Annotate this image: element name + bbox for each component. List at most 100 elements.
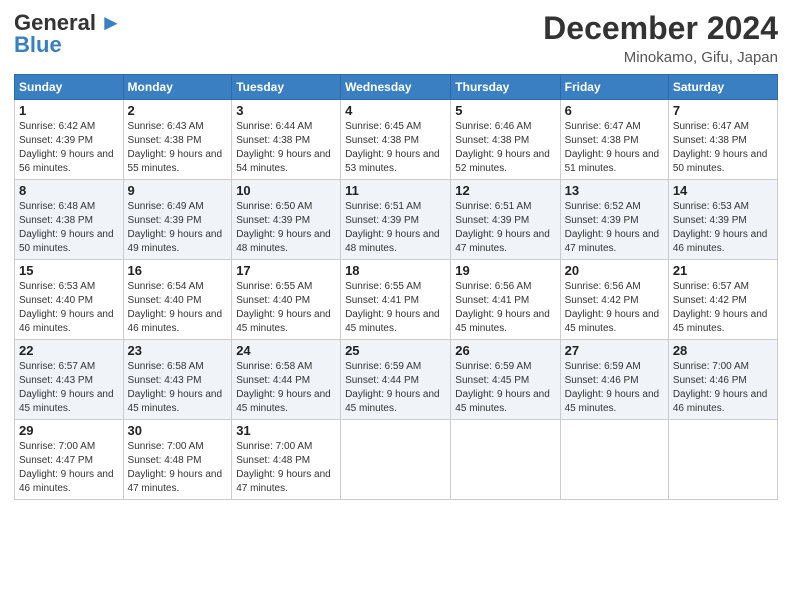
sunset-label: Sunset: 4:43 PM — [128, 375, 202, 386]
sunset-label: Sunset: 4:40 PM — [128, 295, 202, 306]
day-number: 10 — [236, 183, 336, 198]
sunrise-label: Sunrise: 6:55 AM — [345, 281, 421, 292]
daylight-label: Daylight: 9 hours and 47 minutes. — [565, 229, 660, 254]
day-number: 17 — [236, 263, 336, 278]
logo-icon: ► — [100, 10, 122, 36]
calendar-cell-day-11: 11Sunrise: 6:51 AMSunset: 4:39 PMDayligh… — [341, 180, 451, 260]
sunset-label: Sunset: 4:39 PM — [673, 215, 747, 226]
calendar-header-tuesday: Tuesday — [232, 75, 341, 100]
day-info: Sunrise: 6:45 AMSunset: 4:38 PMDaylight:… — [345, 120, 446, 176]
day-info: Sunrise: 7:00 AMSunset: 4:48 PMDaylight:… — [236, 440, 336, 496]
sunset-label: Sunset: 4:47 PM — [19, 455, 93, 466]
calendar-header-wednesday: Wednesday — [341, 75, 451, 100]
day-info: Sunrise: 6:55 AMSunset: 4:41 PMDaylight:… — [345, 280, 446, 336]
sunrise-label: Sunrise: 6:53 AM — [19, 281, 95, 292]
day-number: 8 — [19, 183, 119, 198]
day-info: Sunrise: 6:56 AMSunset: 4:42 PMDaylight:… — [565, 280, 664, 336]
daylight-label: Daylight: 9 hours and 45 minutes. — [673, 309, 768, 334]
calendar-cell-day-28: 28Sunrise: 7:00 AMSunset: 4:46 PMDayligh… — [668, 340, 777, 420]
sunset-label: Sunset: 4:39 PM — [455, 215, 529, 226]
daylight-label: Daylight: 9 hours and 47 minutes. — [455, 229, 550, 254]
calendar-header-thursday: Thursday — [451, 75, 560, 100]
header: General ► Blue December 2024 Minokamo, G… — [14, 10, 778, 66]
day-number: 23 — [128, 343, 228, 358]
sunrise-label: Sunrise: 6:57 AM — [673, 281, 749, 292]
day-number: 16 — [128, 263, 228, 278]
day-info: Sunrise: 6:48 AMSunset: 4:38 PMDaylight:… — [19, 200, 119, 256]
day-number: 7 — [673, 103, 773, 118]
sunrise-label: Sunrise: 6:59 AM — [345, 361, 421, 372]
calendar-cell-day-29: 29Sunrise: 7:00 AMSunset: 4:47 PMDayligh… — [15, 420, 124, 500]
day-number: 12 — [455, 183, 555, 198]
calendar-cell-day-14: 14Sunrise: 6:53 AMSunset: 4:39 PMDayligh… — [668, 180, 777, 260]
sunset-label: Sunset: 4:43 PM — [19, 375, 93, 386]
sunrise-label: Sunrise: 6:58 AM — [236, 361, 312, 372]
sunset-label: Sunset: 4:39 PM — [19, 135, 93, 146]
sunset-label: Sunset: 4:48 PM — [236, 455, 310, 466]
day-number: 15 — [19, 263, 119, 278]
sunset-label: Sunset: 4:39 PM — [236, 215, 310, 226]
sunset-label: Sunset: 4:38 PM — [565, 135, 639, 146]
calendar-cell-empty — [560, 420, 668, 500]
day-info: Sunrise: 6:52 AMSunset: 4:39 PMDaylight:… — [565, 200, 664, 256]
sunrise-label: Sunrise: 6:46 AM — [455, 121, 531, 132]
day-info: Sunrise: 6:57 AMSunset: 4:42 PMDaylight:… — [673, 280, 773, 336]
calendar-cell-day-6: 6Sunrise: 6:47 AMSunset: 4:38 PMDaylight… — [560, 100, 668, 180]
sunrise-label: Sunrise: 7:00 AM — [19, 441, 95, 452]
day-info: Sunrise: 6:50 AMSunset: 4:39 PMDaylight:… — [236, 200, 336, 256]
calendar-cell-empty — [451, 420, 560, 500]
sunset-label: Sunset: 4:45 PM — [455, 375, 529, 386]
sunrise-label: Sunrise: 6:56 AM — [565, 281, 641, 292]
sunrise-label: Sunrise: 6:47 AM — [673, 121, 749, 132]
day-info: Sunrise: 6:59 AMSunset: 4:44 PMDaylight:… — [345, 360, 446, 416]
daylight-label: Daylight: 9 hours and 45 minutes. — [128, 389, 223, 414]
sunset-label: Sunset: 4:41 PM — [345, 295, 419, 306]
daylight-label: Daylight: 9 hours and 52 minutes. — [455, 149, 550, 174]
sunrise-label: Sunrise: 6:42 AM — [19, 121, 95, 132]
calendar-cell-day-17: 17Sunrise: 6:55 AMSunset: 4:40 PMDayligh… — [232, 260, 341, 340]
sunset-label: Sunset: 4:38 PM — [345, 135, 419, 146]
day-info: Sunrise: 6:42 AMSunset: 4:39 PMDaylight:… — [19, 120, 119, 176]
calendar-cell-day-19: 19Sunrise: 6:56 AMSunset: 4:41 PMDayligh… — [451, 260, 560, 340]
sunset-label: Sunset: 4:39 PM — [345, 215, 419, 226]
sunset-label: Sunset: 4:46 PM — [673, 375, 747, 386]
calendar-header-friday: Friday — [560, 75, 668, 100]
day-info: Sunrise: 7:00 AMSunset: 4:47 PMDaylight:… — [19, 440, 119, 496]
calendar-header-sunday: Sunday — [15, 75, 124, 100]
sunset-label: Sunset: 4:38 PM — [19, 215, 93, 226]
calendar-cell-day-9: 9Sunrise: 6:49 AMSunset: 4:39 PMDaylight… — [123, 180, 232, 260]
calendar-cell-empty — [341, 420, 451, 500]
daylight-label: Daylight: 9 hours and 46 minutes. — [128, 309, 223, 334]
daylight-label: Daylight: 9 hours and 47 minutes. — [236, 469, 331, 494]
day-info: Sunrise: 6:54 AMSunset: 4:40 PMDaylight:… — [128, 280, 228, 336]
day-info: Sunrise: 6:53 AMSunset: 4:40 PMDaylight:… — [19, 280, 119, 336]
daylight-label: Daylight: 9 hours and 46 minutes. — [673, 229, 768, 254]
calendar-cell-day-24: 24Sunrise: 6:58 AMSunset: 4:44 PMDayligh… — [232, 340, 341, 420]
day-number: 4 — [345, 103, 446, 118]
daylight-label: Daylight: 9 hours and 50 minutes. — [673, 149, 768, 174]
sunrise-label: Sunrise: 7:00 AM — [128, 441, 204, 452]
day-info: Sunrise: 6:51 AMSunset: 4:39 PMDaylight:… — [455, 200, 555, 256]
sunrise-label: Sunrise: 6:59 AM — [565, 361, 641, 372]
calendar-row-5: 29Sunrise: 7:00 AMSunset: 4:47 PMDayligh… — [15, 420, 778, 500]
calendar-cell-day-31: 31Sunrise: 7:00 AMSunset: 4:48 PMDayligh… — [232, 420, 341, 500]
day-info: Sunrise: 6:43 AMSunset: 4:38 PMDaylight:… — [128, 120, 228, 176]
calendar-header-row: SundayMondayTuesdayWednesdayThursdayFrid… — [15, 75, 778, 100]
sunrise-label: Sunrise: 6:52 AM — [565, 201, 641, 212]
calendar-cell-day-16: 16 Sunrise: 6:54 AMSunset: 4:40 PMDayligh… — [123, 260, 232, 340]
calendar-cell-day-1: 1Sunrise: 6:42 AMSunset: 4:39 PMDaylight… — [15, 100, 124, 180]
daylight-label: Daylight: 9 hours and 48 minutes. — [236, 229, 331, 254]
calendar-row-2: 8 Sunrise: 6:48 AM Sunset: 4:38 PM Daylight… — [15, 180, 778, 260]
day-number: 22 — [19, 343, 119, 358]
day-number: 27 — [565, 343, 664, 358]
sunrise-label: Sunrise: 6:48 AM — [19, 201, 95, 212]
calendar-table: SundayMondayTuesdayWednesdayThursdayFrid… — [14, 74, 778, 500]
calendar-cell-day-30: 30Sunrise: 7:00 AMSunset: 4:48 PMDayligh… — [123, 420, 232, 500]
day-number: 11 — [345, 183, 446, 198]
sunrise-label: Sunrise: 6:51 AM — [345, 201, 421, 212]
day-info: Sunrise: 6:44 AMSunset: 4:38 PMDaylight:… — [236, 120, 336, 176]
sunset-label: Sunset: 4:40 PM — [19, 295, 93, 306]
sunset-label: Sunset: 4:39 PM — [128, 215, 202, 226]
sunrise-label: Sunrise: 6:58 AM — [128, 361, 204, 372]
daylight-label: Daylight: 9 hours and 45 minutes. — [345, 389, 440, 414]
